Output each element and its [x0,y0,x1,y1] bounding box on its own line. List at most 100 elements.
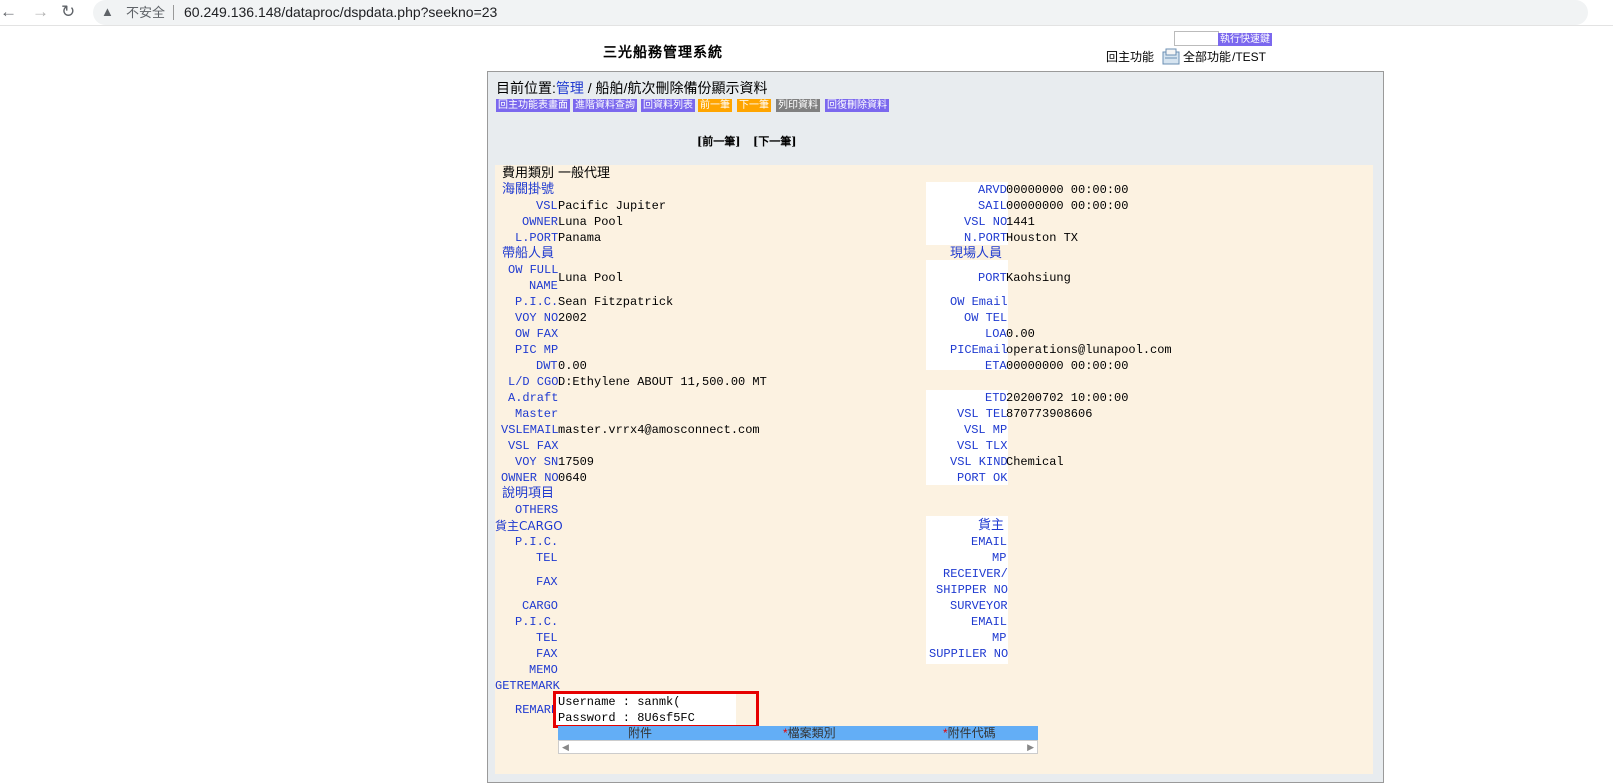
back-to-list-button[interactable]: 回資料列表 [641,99,695,112]
shipper-no-label: SHIPPER NO [936,583,1009,597]
home-link[interactable]: 回主功能 [1106,50,1154,64]
pic2-label: P.I.C. [515,535,559,549]
nport-label: N.PORT [964,231,1008,245]
quick-key-button[interactable]: 執行快速鍵 [1218,33,1272,46]
insecure-label[interactable]: 不安全 [126,0,165,25]
ow-tel-label: OW TEL [964,311,1008,325]
system-title: 三光船務管理系統 [603,45,723,61]
suppiler-no-label: SUPPILER NO [929,647,1009,661]
tel2-label: TEL [536,631,558,645]
highlight-box [553,691,759,728]
adraft-label: A.draft [508,391,559,405]
breadcrumb-link[interactable]: 管理 [556,80,584,96]
sail-label: SAIL [978,199,1007,213]
browser-toolbar: ← → ↻ ▲ 不安全 60.249.136.148/dataproc/dspd… [0,0,1613,26]
pic3-label: P.I.C. [515,615,559,629]
print-button[interactable]: 列印資料 [776,99,820,112]
mp-label: MP [992,551,1007,565]
etd-label: ETD [985,391,1007,405]
email2-label: EMAIL [971,615,1008,629]
vsl-kind-label: VSL KIND [950,455,1008,469]
owner-label: OWNER [522,215,559,229]
vsl-mp-label: VSL MP [964,423,1008,437]
url-divider [173,5,174,20]
pic-label: P.I.C. [515,295,559,309]
current-user: /TEST [1232,50,1267,64]
dwt-label: DWT [536,359,558,373]
picemail-label: PICEmail [950,343,1008,357]
address-bar[interactable]: ▲ 不安全 60.249.136.148/dataproc/dspdata.ph… [93,0,1588,25]
reload-icon[interactable]: ↻ [61,2,75,22]
description-items-label: 說明項目 [502,486,555,501]
vsl-kind-value: Chemical [1006,455,1064,469]
email-label: EMAIL [971,535,1008,549]
all-functions-icon[interactable] [1161,48,1181,66]
eta-value: 00000000 00:00:00 [1006,359,1129,373]
fax2-label: FAX [536,647,558,661]
eta-label: ETA [985,359,1007,373]
escort-label: 帶船人員 [502,246,555,261]
restore-deleted-button[interactable]: 回復刪除資料 [825,99,889,112]
attachment-table-header: 附件 *檔案類別 *附件代碼 [558,726,1038,740]
ow-fax-label: OW FAX [515,327,559,341]
onsite-staff-label: 現場人員 [950,246,1003,261]
vsl-label: VSL [536,199,558,213]
fax-label: FAX [536,575,558,589]
voy-sn-value: 17509 [558,455,595,469]
voy-sn-label: VOY SN [515,455,559,469]
warning-icon[interactable]: ▲ [101,4,114,19]
expense-type-label: 費用類別 [502,166,555,181]
pic-mp-label: PIC MP [515,343,559,357]
lport-label: L.PORT [515,231,559,245]
remark-label: REMARK [515,703,559,717]
getremark-label: GETREMARK [495,679,560,693]
vsl-no-value: 1441 [1006,215,1035,229]
owner-no-value: 0640 [558,471,587,485]
prev-record-button[interactable]: 前一筆 [698,99,732,112]
cargo-owner-right-label: 貨主 [978,518,1005,533]
etd-value: 20200702 10:00:00 [1006,391,1129,405]
ow-full-value: Luna Pool [558,271,623,285]
cargo-owner-label: 貨主CARGO [495,519,563,533]
port-label: PORT [978,271,1007,285]
col-attachment[interactable]: 附件 [628,726,652,740]
dwt-value: 0.00 [558,359,587,373]
ow-email-label: OW Email [950,295,1008,309]
scroll-right-icon[interactable]: ▶ [1027,741,1034,753]
arvd-value: 00000000 00:00:00 [1006,183,1129,197]
forward-arrow-icon[interactable]: → [32,2,49,22]
col-file-type[interactable]: *檔案類別 [783,726,836,740]
others-label: OTHERS [515,503,559,517]
vslemail-value: master.vrrx4@amosconnect.com [558,423,760,437]
ow-full-label: OW FULL [508,263,559,277]
port-ok-label: PORT OK [957,471,1008,485]
col-attachment-code[interactable]: *附件代碼 [943,726,996,740]
lport-value: Panama [558,231,602,245]
pager-prev[interactable]: [前一筆] [697,133,740,149]
expense-type-value: 一般代理 [558,166,611,181]
owner-no-label: OWNER NO [501,471,559,485]
all-functions-link[interactable]: 全部功能 [1183,50,1231,64]
vsl-fax-label: VSL FAX [508,439,559,453]
vsl-tel-value: 870773908606 [1006,407,1093,421]
pager-next[interactable]: [下一筆] [753,133,796,149]
back-arrow-icon[interactable]: ← [0,2,17,22]
advanced-query-button[interactable]: 進階資料查詢 [573,99,637,112]
master-label: Master [515,407,559,421]
next-record-button[interactable]: 下一筆 [737,99,771,112]
vsl-tlx-label: VSL TLX [957,439,1008,453]
url-text[interactable]: 60.249.136.148/dataproc/dspdata.php?seek… [184,0,497,25]
attachment-scrollbar[interactable]: ◀ ▶ [558,740,1038,754]
memo-label: MEMO [529,663,558,677]
voy-no-label: VOY NO [515,311,559,325]
main-menu-button[interactable]: 回主功能表畫面 [496,99,570,112]
nport-value: Houston TX [1006,231,1079,245]
receiver-label: RECEIVER/ [943,567,1008,581]
vslemail-label: VSLEMAIL [501,423,559,437]
owner-value: Luna Pool [558,215,623,229]
loa-label: LOA [985,327,1007,341]
quick-key-input[interactable] [1174,31,1219,46]
mp2-label: MP [992,631,1007,645]
scroll-left-icon[interactable]: ◀ [562,741,569,753]
port-value: Kaohsiung [1006,271,1071,285]
